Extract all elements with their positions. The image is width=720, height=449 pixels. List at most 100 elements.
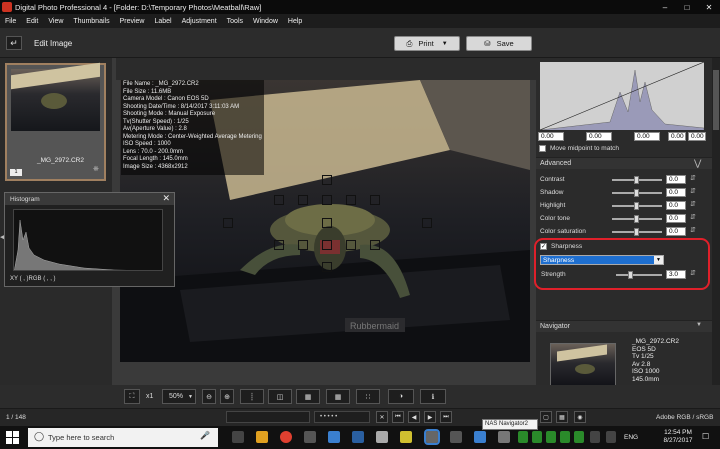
right-scrollbar[interactable] (712, 58, 720, 385)
sharpness-checkbox[interactable]: ✓ (540, 243, 547, 250)
tone-curve-graph[interactable] (540, 62, 704, 130)
highlight-value[interactable]: 0.0 (666, 201, 686, 210)
shadow-value[interactable]: 0.0 (666, 188, 686, 197)
zoom-in-icon[interactable]: ⊕ (220, 389, 234, 404)
close-icon[interactable]: ✕ (162, 193, 170, 204)
af-points-icon[interactable]: ∷ (356, 389, 380, 404)
camera-icon[interactable]: ◉ (574, 411, 586, 423)
view-grid-icon[interactable]: ▦ (556, 411, 568, 423)
close-button[interactable]: ✕ (698, 0, 720, 14)
dpp-taskbar-icon[interactable] (426, 431, 438, 443)
color-tone-value[interactable]: 0.0 (666, 214, 686, 223)
navigator-header[interactable]: Navigator ▼ (536, 320, 720, 332)
layout-icon[interactable]: ▦ (296, 389, 320, 404)
spinner-icon[interactable]: ⇵ (690, 213, 696, 221)
levels-field[interactable]: 0.00 (634, 132, 660, 141)
menu-edit[interactable]: Edit (21, 18, 43, 25)
windows-start-icon[interactable] (6, 431, 19, 444)
volume-icon[interactable] (590, 431, 600, 443)
reject-icon[interactable]: ✕ (376, 411, 388, 423)
grid-icon[interactable]: ▦ (326, 389, 350, 404)
spinner-icon[interactable]: ⇵ (690, 187, 696, 195)
highlight-warning-icon[interactable]: ◑ (388, 389, 414, 404)
chevron-down-icon[interactable]: ▼ (654, 256, 663, 264)
minimize-button[interactable]: – (654, 0, 676, 14)
menu-preview[interactable]: Preview (115, 18, 150, 25)
app-icon-4[interactable] (376, 431, 388, 443)
notification-icon[interactable]: ☐ (702, 432, 709, 441)
compare-icon[interactable]: ◫ (268, 389, 292, 404)
color-saturation-knob[interactable] (634, 228, 639, 236)
save-button[interactable]: ⛁ Save (466, 36, 532, 51)
app-icon-7[interactable] (498, 431, 510, 443)
menu-window[interactable]: Window (248, 18, 283, 25)
thumbnail-image[interactable] (11, 69, 100, 131)
rating-control[interactable]: ⑟ ② ③ ④ ⑤ (226, 411, 310, 423)
contrast-value[interactable]: 0.0 (666, 175, 686, 184)
levels-field[interactable]: 0.00 (668, 132, 686, 141)
tray-icon[interactable] (546, 431, 556, 443)
zoom-x-label[interactable]: x1 (146, 393, 153, 400)
levels-field[interactable]: 0.00 (688, 132, 706, 141)
app-icon-1[interactable] (304, 431, 316, 443)
strength-slider[interactable] (616, 274, 662, 276)
scrollbar-thumb[interactable] (713, 70, 719, 130)
histogram-header[interactable]: Histogram ✕ (5, 193, 174, 205)
first-image-icon[interactable]: ⏮ (392, 411, 404, 423)
menu-adjustment[interactable]: Adjustment (177, 18, 222, 25)
tray-icon[interactable] (532, 431, 542, 443)
spinner-icon[interactable]: ⇵ (690, 226, 696, 234)
color-saturation-value[interactable]: 0.0 (666, 227, 686, 236)
microphone-icon[interactable]: 🎤 (200, 431, 210, 440)
maximize-button[interactable]: □ (676, 0, 698, 14)
clock[interactable]: 12:54 PM 8/27/2017 (660, 429, 696, 445)
menu-tools[interactable]: Tools (222, 18, 248, 25)
chevron-down-icon[interactable]: ▼ (696, 322, 702, 328)
task-view-icon[interactable] (232, 431, 244, 443)
contrast-slider[interactable] (612, 179, 662, 181)
midpoint-checkbox[interactable] (539, 145, 546, 152)
zoom-out-icon[interactable]: ⊖ (202, 389, 216, 404)
crop-icon[interactable]: ┊ (240, 389, 264, 404)
info-icon[interactable]: ℹ (420, 389, 446, 404)
color-saturation-slider[interactable] (612, 231, 662, 233)
menu-thumbnails[interactable]: Thumbnails (68, 18, 114, 25)
contrast-knob[interactable] (634, 176, 639, 184)
menu-help[interactable]: Help (283, 18, 307, 25)
levels-field[interactable]: 0.00 (586, 132, 612, 141)
shadow-slider[interactable] (612, 192, 662, 194)
spinner-icon[interactable]: ⇵ (690, 174, 696, 182)
view-single-icon[interactable]: ▢ (540, 411, 552, 423)
advanced-header[interactable]: Advanced ⋁ (536, 157, 720, 169)
app-icon-3[interactable] (352, 431, 364, 443)
app-icon-6[interactable] (474, 431, 486, 443)
file-explorer-icon[interactable] (256, 431, 268, 443)
app-icon-2[interactable] (328, 431, 340, 443)
steam-icon[interactable] (450, 431, 462, 443)
menu-label[interactable]: Label (149, 18, 176, 25)
shadow-knob[interactable] (634, 189, 639, 197)
highlight-knob[interactable] (634, 202, 639, 210)
navigator-preview[interactable] (550, 343, 616, 387)
thumbnail-card[interactable]: _MG_2972.CR2 1 ❋ (5, 63, 106, 181)
spinner-icon[interactable]: ⇵ (690, 269, 696, 277)
strength-value[interactable]: 3.0 (666, 270, 686, 279)
sharpness-dropdown[interactable]: Sharpness ▼ (540, 255, 664, 265)
network-icon[interactable] (606, 431, 616, 443)
next-image-icon[interactable]: ▶ (424, 411, 436, 423)
language-indicator[interactable]: ENG (624, 434, 638, 441)
menu-file[interactable]: File (0, 18, 21, 25)
tray-icon[interactable] (560, 431, 570, 443)
app-icon-5[interactable] (400, 431, 412, 443)
star-rating[interactable]: • • • • • (314, 411, 370, 423)
strength-knob[interactable] (628, 271, 633, 279)
highlight-slider[interactable] (612, 205, 662, 207)
prev-image-icon[interactable]: ◀ (408, 411, 420, 423)
menu-view[interactable]: View (43, 18, 68, 25)
levels-field[interactable]: 0.00 (538, 132, 564, 141)
tray-icon[interactable] (518, 431, 528, 443)
taskbar-search-box[interactable]: ◯ Type here to search 🎤 (28, 428, 218, 447)
tray-icon[interactable] (574, 431, 584, 443)
fit-icon[interactable]: ⛶ (124, 389, 140, 404)
zoom-select[interactable]: 50% ▼ (162, 389, 196, 404)
